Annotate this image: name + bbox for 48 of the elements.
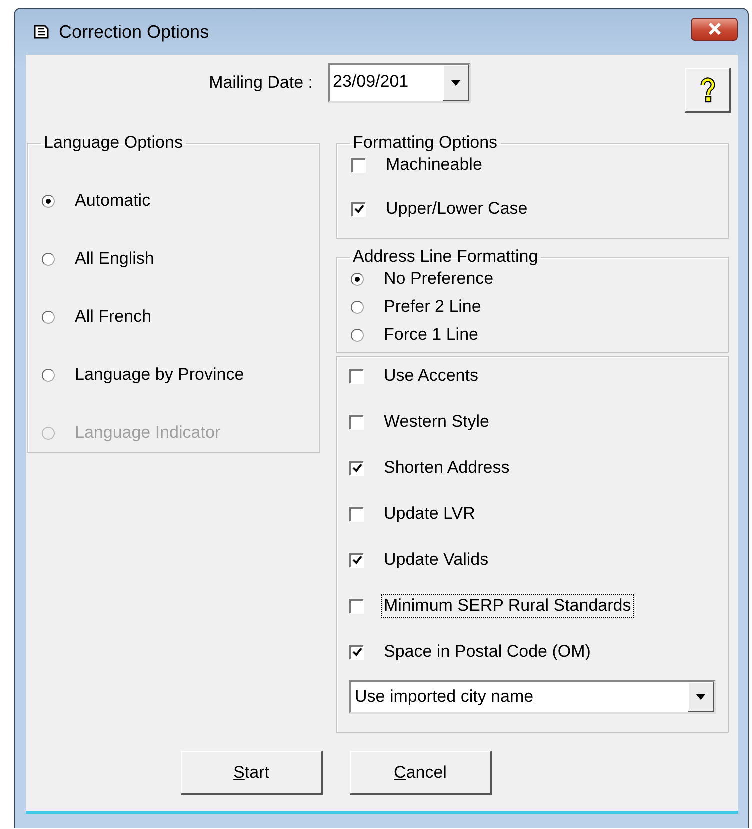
checkbox[interactable] <box>349 460 364 476</box>
window-icon <box>33 24 51 40</box>
checkbox-label[interactable]: Use Accents <box>381 364 482 388</box>
city-dropdown[interactable]: Use imported city name <box>349 680 716 714</box>
group-title: Formatting Options <box>352 133 499 153</box>
radio-label[interactable]: Force 1 Line <box>381 323 482 347</box>
radio-label[interactable]: All English <box>72 247 158 271</box>
checkbox[interactable] <box>349 552 364 568</box>
radio-label[interactable]: Language by Province <box>72 363 248 387</box>
checkbox[interactable] <box>351 158 366 172</box>
checkbox[interactable] <box>349 598 364 614</box>
group-title: Address Line Formatting <box>352 247 540 267</box>
help-button[interactable] <box>685 68 731 113</box>
cancel-button[interactable]: Cancel <box>350 751 492 795</box>
checkbox[interactable] <box>349 644 364 660</box>
checkbox-label[interactable]: Shorten Address <box>381 456 513 480</box>
checkbox-label[interactable]: Upper/Lower Case <box>383 197 531 221</box>
checkbox-label[interactable]: Minimum SERP Rural Standards <box>381 594 634 618</box>
radio-button[interactable] <box>351 328 364 342</box>
radio-button[interactable] <box>42 368 55 382</box>
field-label: Mailing Date : <box>208 73 313 93</box>
group-title: Language Options <box>43 133 184 153</box>
radio-button[interactable] <box>351 272 364 286</box>
close-button[interactable] <box>691 18 738 40</box>
checkbox-label[interactable]: Update LVR <box>381 502 478 526</box>
radio-label[interactable]: No Preference <box>381 267 497 291</box>
dropdown-arrow-icon <box>696 694 706 700</box>
radio-button[interactable] <box>351 300 364 314</box>
question-mark-icon <box>700 77 716 103</box>
radio-button[interactable] <box>42 252 55 266</box>
date-picker[interactable]: 23/09/201 <box>328 63 471 103</box>
checkbox[interactable] <box>349 506 364 522</box>
checkbox[interactable] <box>349 414 364 430</box>
checkbox-label[interactable]: Space in Postal Code (OM) <box>381 640 594 664</box>
checkbox-label[interactable]: Western Style <box>381 410 493 434</box>
dropdown-arrow-icon <box>451 80 461 86</box>
start-button[interactable]: Start <box>181 751 323 795</box>
radio-label[interactable]: Automatic <box>72 189 154 213</box>
radio-label[interactable]: Prefer 2 Line <box>381 295 484 319</box>
window-title: Correction Options <box>59 22 210 42</box>
radio-button[interactable] <box>42 194 55 208</box>
checkbox[interactable] <box>349 368 364 384</box>
radio-label[interactable]: All French <box>72 305 155 329</box>
close-icon <box>706 23 722 35</box>
checkbox-label[interactable]: Update Valids <box>381 548 492 572</box>
checkbox[interactable] <box>351 202 366 216</box>
checkbox-label[interactable]: Machineable <box>383 153 486 177</box>
radio-button[interactable] <box>42 310 55 324</box>
